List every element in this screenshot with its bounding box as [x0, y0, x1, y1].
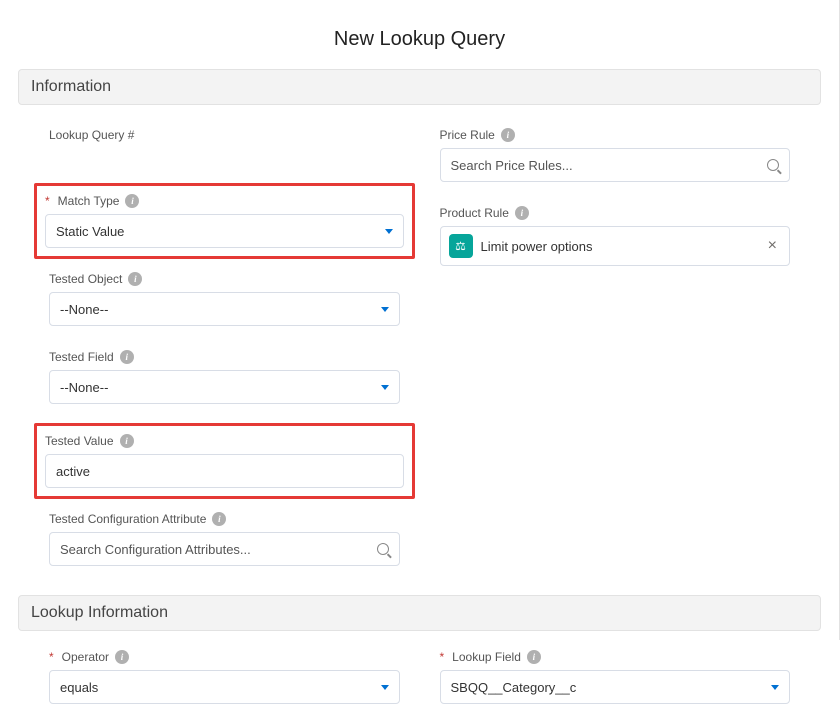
page-title: New Lookup Query	[0, 0, 839, 69]
section-lookup-info-header: Lookup Information	[18, 595, 821, 631]
info-icon[interactable]: i	[515, 206, 529, 220]
match-type-value: Static Value	[56, 224, 124, 239]
chevron-down-icon	[771, 685, 779, 690]
rule-icon: ⚖	[449, 234, 473, 258]
required-star: *	[45, 194, 50, 208]
information-form: Lookup Query # * Match Type i Static Val…	[0, 105, 839, 595]
info-icon[interactable]: i	[120, 434, 134, 448]
lookup-query-number-field: Lookup Query #	[44, 123, 405, 153]
operator-select[interactable]: equals	[49, 670, 400, 704]
price-rule-lookup[interactable]: Search Price Rules...	[440, 148, 791, 182]
right-column: Price Rule i Search Price Rules... Produ…	[435, 123, 796, 585]
lookup-field-value: SBQQ__Category__c	[451, 680, 577, 695]
info-icon[interactable]: i	[501, 128, 515, 142]
info-icon[interactable]: i	[128, 272, 142, 286]
tested-value-label: Tested Value	[45, 434, 114, 448]
left-column: Lookup Query # * Match Type i Static Val…	[44, 123, 405, 585]
close-icon[interactable]: ×	[764, 237, 781, 255]
tested-value-field: Tested Value i	[34, 423, 415, 499]
info-icon[interactable]: i	[115, 650, 129, 664]
info-icon[interactable]: i	[120, 350, 134, 364]
search-icon	[377, 543, 389, 555]
operator-field: * Operator i equals	[44, 645, 405, 709]
chevron-down-icon	[381, 385, 389, 390]
operator-label: Operator	[62, 650, 109, 664]
chevron-down-icon	[381, 685, 389, 690]
tested-object-label: Tested Object	[49, 272, 122, 286]
tested-field-label: Tested Field	[49, 350, 114, 364]
tested-value-input[interactable]	[45, 454, 404, 488]
tested-object-field: Tested Object i --None--	[44, 267, 405, 331]
tested-field-select[interactable]: --None--	[49, 370, 400, 404]
chevron-down-icon	[385, 229, 393, 234]
product-rule-label: Product Rule	[440, 206, 509, 220]
product-rule-field: Product Rule i ⚖ Limit power options ×	[435, 201, 796, 271]
tested-object-select[interactable]: --None--	[49, 292, 400, 326]
price-rule-label: Price Rule	[440, 128, 495, 142]
tested-config-attr-label: Tested Configuration Attribute	[49, 512, 206, 526]
match-type-label: Match Type	[58, 194, 120, 208]
section-information-header: Information	[18, 69, 821, 105]
price-rule-field: Price Rule i Search Price Rules...	[435, 123, 796, 187]
tested-config-attr-field: Tested Configuration Attribute i Search …	[44, 507, 405, 571]
match-type-select[interactable]: Static Value	[45, 214, 404, 248]
product-rule-pill[interactable]: ⚖ Limit power options ×	[440, 226, 791, 266]
match-type-field: * Match Type i Static Value	[34, 183, 415, 259]
lookup-info-form: * Operator i equals * Lookup Field i SBQ…	[0, 631, 839, 719]
required-star: *	[440, 650, 445, 664]
tested-field-value: --None--	[60, 380, 108, 395]
lookup-query-number-label: Lookup Query #	[49, 128, 134, 142]
lookup-field-field: * Lookup Field i SBQQ__Category__c	[435, 645, 796, 709]
tested-field-field: Tested Field i --None--	[44, 345, 405, 409]
search-icon	[767, 159, 779, 171]
tested-config-attr-lookup[interactable]: Search Configuration Attributes...	[49, 532, 400, 566]
lookup-left-column: * Operator i equals	[44, 645, 405, 709]
lookup-field-label: Lookup Field	[452, 650, 521, 664]
info-icon[interactable]: i	[527, 650, 541, 664]
price-rule-placeholder: Search Price Rules...	[451, 158, 573, 173]
product-rule-pill-label: Limit power options	[481, 239, 756, 254]
chevron-down-icon	[381, 307, 389, 312]
tested-config-attr-placeholder: Search Configuration Attributes...	[60, 542, 251, 557]
required-star: *	[49, 650, 54, 664]
lookup-right-column: * Lookup Field i SBQQ__Category__c	[435, 645, 796, 709]
info-icon[interactable]: i	[125, 194, 139, 208]
lookup-field-select[interactable]: SBQQ__Category__c	[440, 670, 791, 704]
info-icon[interactable]: i	[212, 512, 226, 526]
tested-object-value: --None--	[60, 302, 108, 317]
operator-value: equals	[60, 680, 98, 695]
